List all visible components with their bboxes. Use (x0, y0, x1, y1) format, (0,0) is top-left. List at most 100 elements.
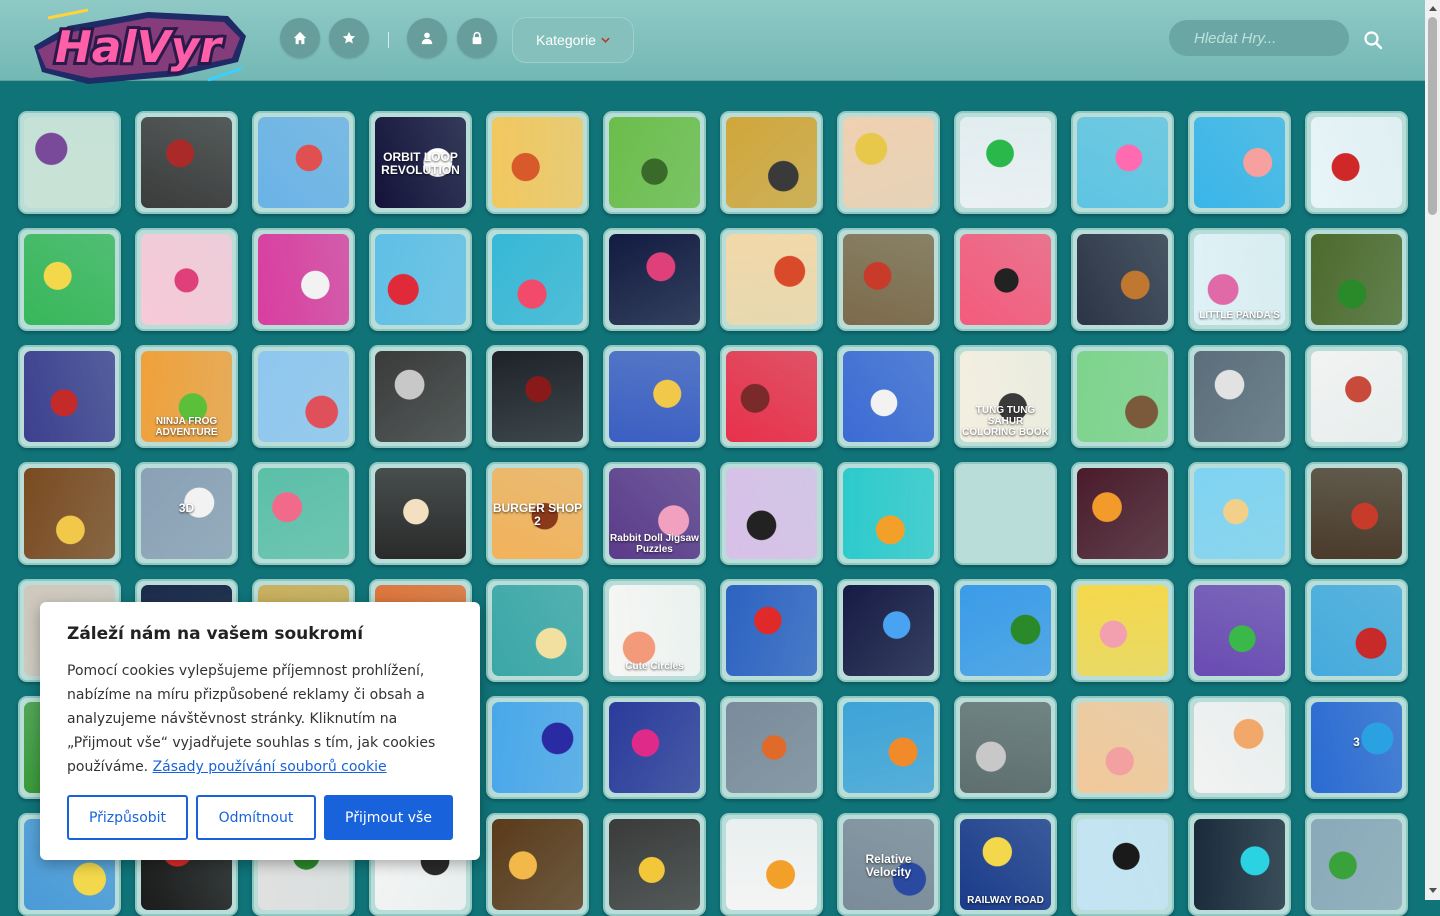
favorites-button[interactable] (329, 18, 369, 58)
game-tile[interactable]: NINJA FROG ADVENTURE (135, 345, 238, 448)
search-icon[interactable] (1363, 30, 1383, 50)
game-tile[interactable] (954, 462, 1057, 565)
game-tile[interactable] (1305, 345, 1408, 448)
game-tile[interactable] (837, 462, 940, 565)
game-tile[interactable] (720, 345, 823, 448)
account-button[interactable] (407, 18, 447, 58)
game-tile[interactable]: RAILWAY ROAD (954, 813, 1057, 916)
game-tile[interactable] (18, 345, 121, 448)
cookie-policy-link[interactable]: Zásady používání souborů cookie (153, 759, 387, 775)
game-thumbnail (492, 585, 583, 676)
site-logo[interactable]: HalVyr HalVyr (28, 6, 250, 90)
customize-button[interactable]: Přizpůsobit (67, 795, 188, 840)
game-tile[interactable] (486, 345, 589, 448)
game-tile[interactable] (369, 345, 472, 448)
search-input[interactable] (1169, 20, 1349, 56)
game-thumbnail (843, 468, 934, 559)
game-thumbnail (1077, 819, 1168, 910)
game-tile[interactable] (603, 813, 706, 916)
game-tile[interactable] (18, 462, 121, 565)
scroll-up-arrow-icon[interactable] (1429, 6, 1437, 11)
game-tile[interactable] (1305, 111, 1408, 214)
game-tile[interactable] (18, 111, 121, 214)
game-tile[interactable] (1071, 462, 1174, 565)
game-tile[interactable] (1305, 462, 1408, 565)
scrollbar-thumb[interactable] (1428, 17, 1437, 215)
game-tile[interactable] (837, 345, 940, 448)
game-tile[interactable] (837, 228, 940, 331)
game-tile[interactable] (720, 228, 823, 331)
game-thumbnail (1077, 702, 1168, 793)
game-tile[interactable]: Relative Velocity (837, 813, 940, 916)
game-tile[interactable] (1071, 579, 1174, 682)
game-tile[interactable]: TUNG TUNG SAHUR COLORING BOOK (954, 345, 1057, 448)
game-tile[interactable] (1188, 579, 1291, 682)
game-thumbnail (1311, 117, 1402, 208)
game-tile[interactable] (252, 462, 355, 565)
game-tile[interactable] (486, 111, 589, 214)
game-tile[interactable] (837, 111, 940, 214)
game-tile[interactable]: Rabbit Doll Jigsaw Puzzles (603, 462, 706, 565)
game-tile[interactable]: 3D (135, 462, 238, 565)
game-tile[interactable] (1188, 345, 1291, 448)
game-tile[interactable] (1188, 813, 1291, 916)
game-tile[interactable] (837, 579, 940, 682)
game-tile[interactable] (1188, 462, 1291, 565)
game-tile[interactable] (486, 228, 589, 331)
categories-dropdown[interactable]: Kategorie (512, 17, 634, 63)
game-tile[interactable] (603, 228, 706, 331)
game-tile[interactable]: BURGER SHOP 2 (486, 462, 589, 565)
game-tile[interactable] (954, 111, 1057, 214)
game-tile[interactable] (954, 579, 1057, 682)
game-tile[interactable] (603, 345, 706, 448)
game-tile[interactable] (252, 111, 355, 214)
scroll-down-arrow-icon[interactable] (1429, 888, 1437, 893)
game-tile[interactable] (720, 111, 823, 214)
game-tile[interactable] (1305, 579, 1408, 682)
game-tile[interactable] (720, 813, 823, 916)
game-tile[interactable] (252, 228, 355, 331)
game-tile[interactable] (135, 228, 238, 331)
game-tile[interactable] (1305, 228, 1408, 331)
game-tile[interactable] (1071, 345, 1174, 448)
game-thumbnail (1194, 351, 1285, 442)
home-button[interactable] (280, 18, 320, 58)
game-tile[interactable] (954, 228, 1057, 331)
game-tile[interactable] (486, 813, 589, 916)
game-tile[interactable] (18, 228, 121, 331)
game-tile[interactable] (252, 345, 355, 448)
game-tile[interactable] (1305, 813, 1408, 916)
star-icon (342, 31, 356, 44)
game-tile[interactable] (486, 579, 589, 682)
game-tile[interactable] (603, 111, 706, 214)
game-tile[interactable] (369, 228, 472, 331)
game-thumbnail (1311, 819, 1402, 910)
game-tile[interactable] (720, 579, 823, 682)
game-tile[interactable] (720, 462, 823, 565)
game-thumbnail: Relative Velocity (843, 819, 934, 910)
categories-label: Kategorie (536, 32, 596, 48)
accept-all-button[interactable]: Přijmout vše (324, 795, 453, 840)
game-tile[interactable]: 3 (1305, 696, 1408, 799)
game-tile[interactable]: ORBIT LOOP REVOLUTION (369, 111, 472, 214)
game-tile[interactable] (486, 696, 589, 799)
game-tile[interactable] (837, 696, 940, 799)
reject-button[interactable]: Odmítnout (196, 795, 316, 840)
home-icon (293, 31, 307, 45)
game-tile[interactable] (954, 696, 1057, 799)
game-tile[interactable] (1071, 813, 1174, 916)
game-tile[interactable] (1188, 696, 1291, 799)
game-tile[interactable] (135, 111, 238, 214)
game-tile[interactable]: Cute Circles (603, 579, 706, 682)
game-tile[interactable] (1188, 111, 1291, 214)
game-tile[interactable] (1071, 111, 1174, 214)
game-tile[interactable] (369, 462, 472, 565)
game-tile[interactable] (720, 696, 823, 799)
page-scrollbar[interactable] (1425, 0, 1440, 900)
game-tile[interactable] (603, 696, 706, 799)
game-tile[interactable] (1071, 696, 1174, 799)
login-button[interactable] (457, 18, 497, 58)
game-tile[interactable] (1071, 228, 1174, 331)
game-tile[interactable]: LITTLE PANDA'S (1188, 228, 1291, 331)
cookie-consent-dialog: Záleží nám na vašem soukromí Pomocí cook… (40, 602, 480, 860)
